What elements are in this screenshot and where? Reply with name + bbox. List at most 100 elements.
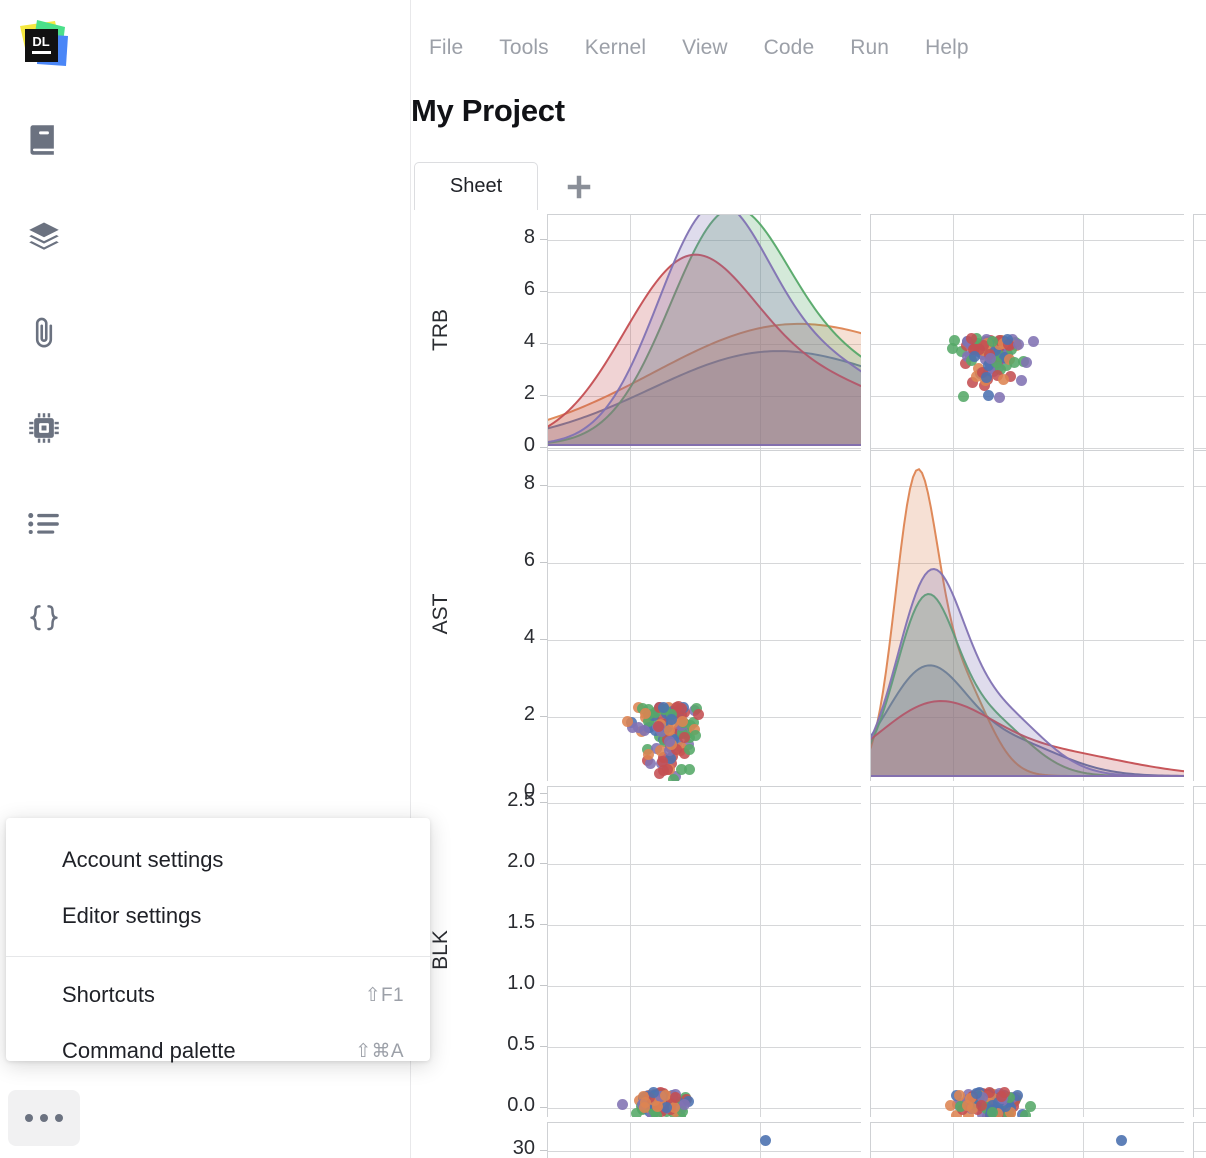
menu-item-file[interactable]: File [411,34,481,62]
gridline-horizontal [871,240,1184,241]
y-axis-tick-mark [540,291,547,292]
gridline-horizontal [1194,640,1206,641]
gridline-horizontal [548,486,861,487]
y-axis-tick-mark [540,395,547,396]
notebook-icon [29,124,59,156]
plot-panel-r0-c1[interactable] [870,214,1184,450]
gridline-horizontal [1194,448,1206,449]
gridline-horizontal [1194,1151,1206,1152]
y-axis-tick-label: 0.5 [507,1033,535,1055]
y-axis-tick-label: 4 [523,626,535,648]
scatter-point [622,716,633,727]
plot-panel-r3-c0[interactable] [547,1122,861,1158]
y-axis-tick-label: 1.5 [507,911,535,933]
plot-panel-r2-c2[interactable] [1193,786,1206,1117]
sidebar-item-attachments[interactable] [16,304,72,360]
gridline-horizontal [1194,1047,1206,1048]
plot-panel-r2-c1[interactable] [870,786,1184,1117]
scatter-point [679,732,690,743]
plot-panel-r2-c0[interactable] [547,786,861,1117]
y-axis-tick-mark [540,239,547,240]
gridline-horizontal [1194,864,1206,865]
scatter-point [658,702,669,713]
gridline-horizontal [1194,717,1206,718]
svg-text:DL: DL [32,34,49,49]
menu-item-label: Account settings [62,847,224,872]
y-axis-tick-label: 30 [512,1137,535,1158]
menu-item-label: Editor settings [62,903,202,928]
plot-panel-r1-c2[interactable] [1193,450,1206,781]
more-options-button[interactable] [8,1090,80,1146]
menu-item-tools[interactable]: Tools [481,34,567,62]
scatter-point [668,774,679,781]
kde-area [871,569,1184,776]
gridline-horizontal [548,1108,861,1109]
scatter-point [994,392,1005,403]
y-axis-tick-label: 2.0 [507,850,535,872]
y-axis-tick-mark [540,863,547,864]
layers-icon [28,220,60,252]
plot-panel-r3-c2[interactable] [1193,1122,1206,1158]
gridline-horizontal [871,803,1184,804]
menu-item-code[interactable]: Code [746,34,833,62]
menu-item-editor-settings[interactable]: Editor settings [6,888,430,944]
gridline-horizontal [1194,986,1206,987]
gridline-horizontal [548,864,861,865]
menu-item-view[interactable]: View [664,34,746,62]
gridline-horizontal [548,803,861,804]
scatter-point [640,708,651,719]
scatter-point [648,1087,659,1098]
scatter-point [657,756,668,767]
scatter-point [999,1087,1010,1098]
scatter-point [1002,334,1013,345]
gridline-vertical [760,451,761,781]
scatter-point [966,333,977,344]
gridline-horizontal [871,292,1184,293]
plot-panel-r1-c1[interactable] [870,450,1184,781]
plot-panel-r3-c1[interactable] [870,1122,1184,1158]
gridline-horizontal [871,925,1184,926]
scatter-point [690,730,701,741]
scatter-point [998,374,1009,385]
y-axis-tick-label: 8 [523,226,535,248]
scatter-point [1016,375,1027,386]
tab-sheet[interactable]: Sheet [414,162,538,210]
scatter-point [654,768,665,779]
menu-item-shortcut: ⇧⌘A [355,1040,404,1062]
scatter-point [1116,1135,1127,1146]
scatter-point [983,390,994,401]
gridline-horizontal [871,396,1184,397]
menu-item-shortcuts[interactable]: Shortcuts ⇧F1 [6,967,430,1023]
menu-item-command-palette[interactable]: Command palette ⇧⌘A [6,1023,430,1079]
menu-item-run[interactable]: Run [832,34,907,62]
plot-panel-r0-c0[interactable] [547,214,861,450]
gridline-horizontal [871,448,1184,449]
menu-item-shortcut: ⇧F1 [364,984,404,1006]
plot-panel-r0-c2[interactable] [1193,214,1206,450]
plot-panel-r1-c0[interactable] [547,450,861,781]
datalore-logo[interactable]: DL [15,18,73,76]
outline-list-icon [28,511,60,537]
plus-icon [567,175,591,199]
scatter-point [617,1099,628,1110]
gridline-horizontal [1194,803,1206,804]
sheet-tabbar: Sheet [411,162,1206,210]
menu-item-account-settings[interactable]: Account settings [6,832,430,888]
scatter-point [1020,1110,1031,1117]
main-menubar: File Tools Kernel View Code Run Help [411,28,987,68]
menu-item-help[interactable]: Help [907,34,987,62]
sidebar-item-variables[interactable] [16,592,72,648]
gridline-vertical [630,787,631,1117]
datalore-app-window: DL File Tools Kernel View Code Run Help … [0,0,1206,1158]
menu-item-kernel[interactable]: Kernel [567,34,664,62]
gridline-horizontal [1194,240,1206,241]
sidebar-item-outline[interactable] [16,496,72,552]
scatter-point [760,1135,771,1146]
y-axis-label: TRB [429,309,452,351]
gridline-horizontal [548,717,861,718]
sidebar-item-layers[interactable] [16,208,72,264]
sidebar-item-environment[interactable] [16,400,72,456]
ellipsis-icon [25,1114,63,1122]
sidebar-item-notebook[interactable] [16,112,72,168]
add-tab-button[interactable] [556,166,602,208]
